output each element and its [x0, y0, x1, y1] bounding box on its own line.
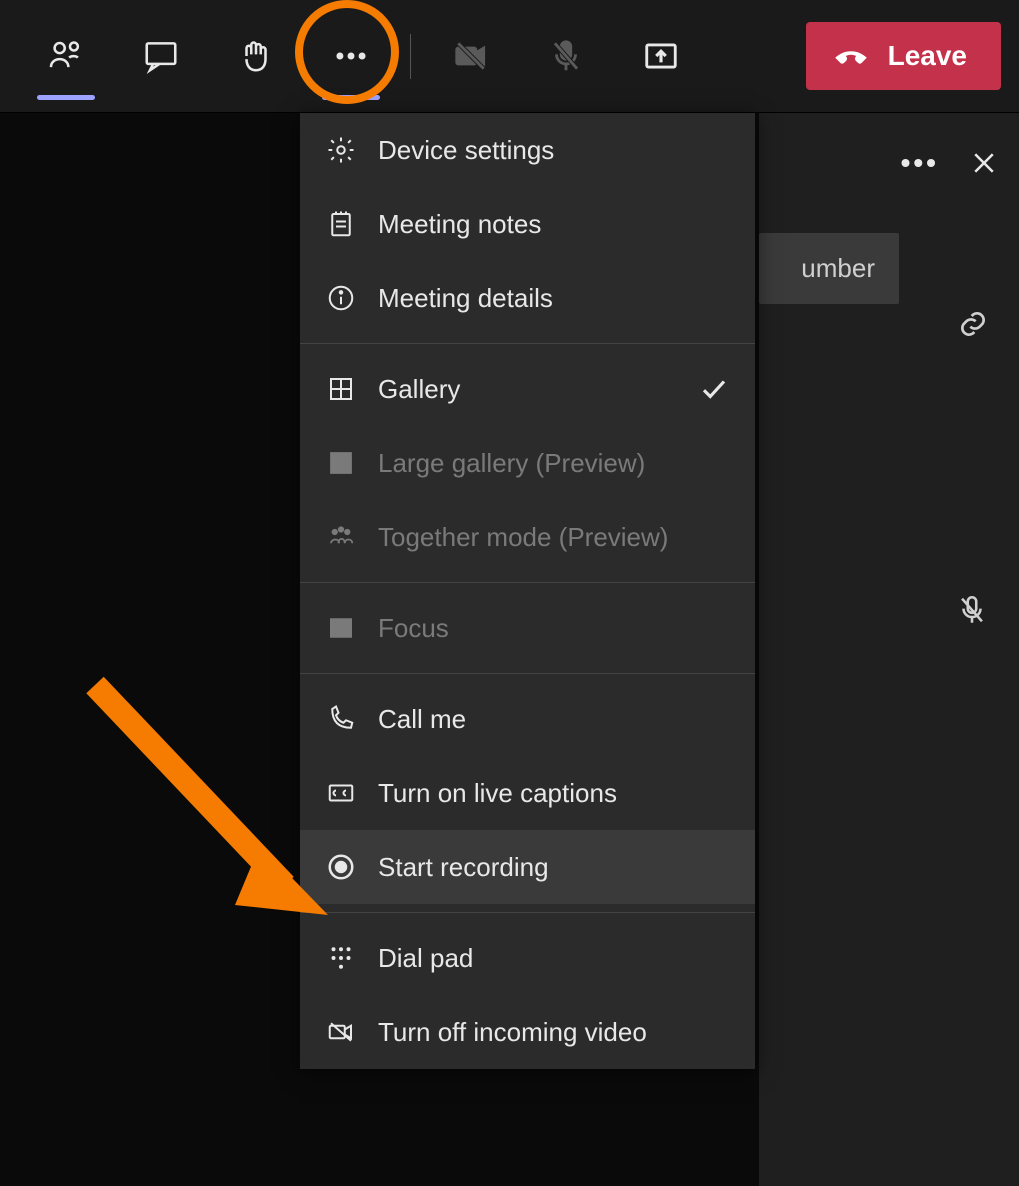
menu-separator — [300, 912, 755, 913]
menu-together-mode: Together mode (Preview) — [300, 500, 755, 574]
close-icon[interactable] — [969, 148, 999, 178]
ellipsis-icon — [332, 37, 370, 75]
notes-icon — [326, 209, 356, 239]
menu-separator — [300, 582, 755, 583]
menu-device-settings[interactable]: Device settings — [300, 113, 755, 187]
participant-mic-off-icon[interactable] — [955, 593, 989, 627]
menu-label: Meeting notes — [378, 209, 541, 240]
people-icon — [47, 37, 85, 75]
menu-separator — [300, 343, 755, 344]
link-icon[interactable] — [957, 308, 989, 340]
hand-icon — [237, 37, 275, 75]
menu-label: Device settings — [378, 135, 554, 166]
menu-label: Dial pad — [378, 943, 473, 974]
menu-separator — [300, 673, 755, 674]
leave-label: Leave — [888, 40, 967, 72]
menu-label: Start recording — [378, 852, 549, 883]
camera-button[interactable] — [423, 0, 518, 112]
gallery-icon — [326, 374, 356, 404]
menu-meeting-details[interactable]: Meeting details — [300, 261, 755, 335]
captions-icon — [326, 778, 356, 808]
share-screen-icon — [642, 37, 680, 75]
menu-label: Focus — [378, 613, 449, 644]
menu-call-me[interactable]: Call me — [300, 682, 755, 756]
side-panel: ••• umber — [759, 113, 1019, 1186]
chat-button[interactable] — [113, 0, 208, 112]
more-actions-button[interactable] — [303, 0, 398, 112]
toolbar-separator — [410, 34, 411, 79]
raise-hand-button[interactable] — [208, 0, 303, 112]
menu-focus: Focus — [300, 591, 755, 665]
focus-icon — [326, 613, 356, 643]
panel-more-button[interactable]: ••• — [901, 147, 939, 179]
menu-dial-pad[interactable]: Dial pad — [300, 921, 755, 995]
chat-icon — [142, 37, 180, 75]
dialpad-icon — [326, 943, 356, 973]
menu-start-recording[interactable]: Start recording — [300, 830, 755, 904]
mic-button[interactable] — [518, 0, 613, 112]
phone-icon — [326, 704, 356, 734]
gear-icon — [326, 135, 356, 165]
together-icon — [326, 522, 356, 552]
menu-gallery[interactable]: Gallery — [300, 352, 755, 426]
menu-label: Call me — [378, 704, 466, 735]
hangup-icon — [830, 35, 872, 77]
menu-large-gallery: Large gallery (Preview) — [300, 426, 755, 500]
mic-off-icon — [547, 37, 585, 75]
participants-button[interactable] — [18, 0, 113, 112]
annotation-arrow — [80, 670, 330, 940]
camera-off-icon — [452, 37, 490, 75]
menu-label: Large gallery (Preview) — [378, 448, 645, 479]
menu-label: Turn on live captions — [378, 778, 617, 809]
checkmark-icon — [699, 374, 729, 404]
menu-label: Together mode (Preview) — [378, 522, 668, 553]
menu-label: Gallery — [378, 374, 460, 405]
record-icon — [326, 852, 356, 882]
large-gallery-icon — [326, 448, 356, 478]
menu-label: Turn off incoming video — [378, 1017, 647, 1048]
menu-meeting-notes[interactable]: Meeting notes — [300, 187, 755, 261]
menu-turn-off-incoming-video[interactable]: Turn off incoming video — [300, 995, 755, 1069]
more-actions-menu: Device settings Meeting notes Meeting de… — [300, 113, 755, 1069]
info-icon — [326, 283, 356, 313]
meeting-toolbar: Leave — [0, 0, 1019, 113]
share-button[interactable] — [613, 0, 708, 112]
video-off-icon — [326, 1017, 356, 1047]
menu-label: Meeting details — [378, 283, 553, 314]
number-field-fragment[interactable]: umber — [759, 233, 899, 304]
menu-live-captions[interactable]: Turn on live captions — [300, 756, 755, 830]
leave-button[interactable]: Leave — [806, 22, 1001, 90]
